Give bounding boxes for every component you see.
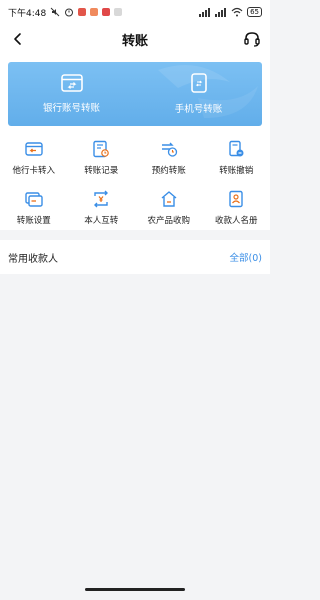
headset-icon (244, 32, 260, 47)
cards-settings-icon (25, 192, 43, 207)
feature-other-bank-card-in[interactable]: 他行卡转入 (0, 140, 68, 176)
wifi-icon (231, 7, 243, 17)
notification-app-icon (90, 8, 99, 16)
frequent-payees-header: 常用收款人 全部(0) (0, 240, 270, 274)
alarm-icon (65, 8, 74, 17)
phone-number-transfer-button[interactable]: 手机号转账 (135, 62, 262, 126)
feature-scheduled-transfer[interactable]: 预约转账 (135, 140, 203, 176)
hero-banner: 银行账号转账 手机号转账 (8, 62, 262, 126)
mute-icon (50, 7, 60, 17)
card-transfer-in-icon (25, 142, 43, 156)
notification-app-icon (78, 8, 87, 16)
signal-icon (199, 8, 211, 17)
battery-level: 65 (250, 8, 259, 16)
signal-icon (215, 8, 227, 17)
back-button[interactable] (8, 29, 28, 49)
mobile-phone-icon (190, 73, 207, 93)
bank-account-transfer-button[interactable]: 银行账号转账 (8, 62, 135, 126)
status-right: 65 (199, 7, 262, 17)
self-transfer-icon (94, 190, 109, 208)
nav-bar: 转账 (0, 24, 270, 54)
status-left: 下午4:48 (8, 6, 123, 19)
feature-grid: 他行卡转入 转账记录 预约转账 转账撤销 转账设置 本人互转 农产品收购 收款人… (0, 140, 270, 226)
feature-payee-directory[interactable]: 收款人名册 (203, 190, 271, 226)
feature-farm-produce-purchase[interactable]: 农产品收购 (135, 190, 203, 226)
house-icon (161, 191, 177, 207)
feature-label: 他行卡转入 (12, 166, 55, 176)
chevron-left-icon (14, 33, 21, 45)
feature-transfer-revoke[interactable]: 转账撤销 (203, 140, 271, 176)
feature-transfer-settings[interactable]: 转账设置 (0, 190, 68, 226)
hero-label: 手机号转账 (174, 104, 223, 115)
hero-label: 银行账号转账 (42, 103, 100, 114)
feature-label: 农产品收购 (147, 216, 190, 226)
feature-label: 本人互转 (84, 216, 119, 226)
payees-list-empty (0, 274, 270, 584)
scheduled-transfer-icon (161, 142, 177, 157)
feature-label: 转账设置 (16, 216, 51, 226)
battery-icon: 65 (247, 7, 262, 17)
customer-service-button[interactable] (242, 29, 262, 49)
status-time: 下午4:48 (8, 8, 47, 19)
status-bar: 下午4:48 65 (0, 0, 270, 24)
contact-book-icon (229, 190, 243, 208)
feature-transfer-records[interactable]: 转账记录 (68, 140, 136, 176)
home-indicator[interactable] (85, 588, 185, 591)
feature-label: 转账记录 (84, 166, 119, 176)
notification-app-icon (114, 8, 123, 16)
feature-label: 收款人名册 (214, 216, 258, 226)
feature-self-transfer[interactable]: 本人互转 (68, 190, 136, 226)
page-title: 转账 (121, 33, 148, 49)
bank-card-icon (60, 74, 83, 92)
revoke-icon (229, 140, 244, 157)
notification-app-icon (102, 8, 111, 16)
section-title: 常用收款人 (8, 253, 58, 265)
feature-label: 转账撤销 (219, 166, 254, 176)
records-icon (93, 140, 110, 158)
feature-label: 预约转账 (151, 166, 186, 176)
view-all-link[interactable]: 全部(0) (230, 250, 262, 264)
